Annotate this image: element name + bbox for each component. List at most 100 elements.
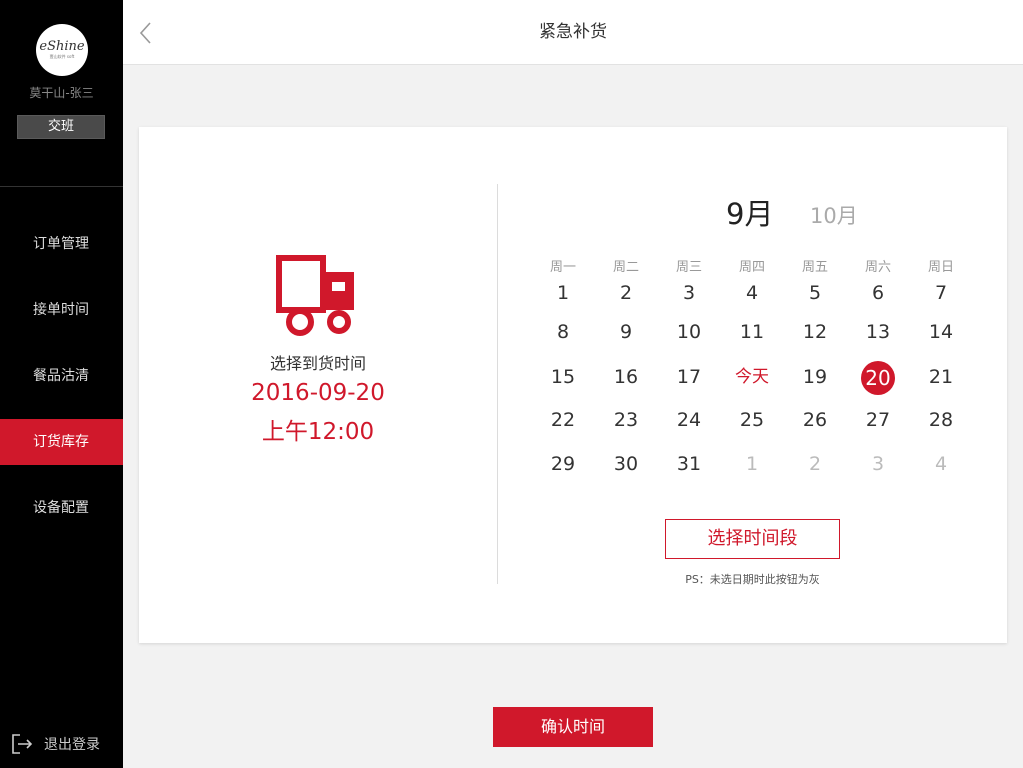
calendar-day-label: 7	[934, 282, 948, 304]
calendar-day-label: 21	[928, 366, 954, 388]
restock-card: 选择到货时间 2016-09-20 上午12:00 9月 10月 周一 周二 周三 周…	[139, 127, 1007, 643]
weekday-header: 周六	[864, 260, 891, 275]
calendar-day[interactable]: 2	[604, 277, 648, 309]
sidebar-divider	[0, 186, 123, 187]
calendar-day[interactable]: 22	[541, 404, 585, 436]
arrival-date: 2016-09-20	[251, 380, 385, 406]
calendar-day[interactable]: 19	[793, 361, 837, 393]
calendar-panel: 9月 10月 周一 周二 周三 周四 周五 周六 周日 1 2 3 4 5 6 7 8 9 10 11 12 13 14…	[498, 127, 1007, 643]
calendar-day[interactable]: 4	[730, 277, 774, 309]
month-tab-current[interactable]: 9月	[726, 191, 773, 233]
calendar-day[interactable]: 10	[667, 316, 711, 348]
calendar-day[interactable]: 6	[856, 277, 900, 309]
calendar-day[interactable]: 1	[730, 448, 774, 480]
calendar-day[interactable]: 21	[919, 361, 963, 393]
calendar-day[interactable]: 15	[541, 361, 585, 393]
calendar-day-label: 29	[550, 453, 576, 475]
weekday-header: 周三	[675, 260, 702, 275]
logo-text: eShine	[39, 39, 85, 54]
page-title: 紧急补货	[539, 22, 607, 42]
month-tab-next[interactable]: 10月	[810, 200, 858, 230]
calendar-day-label: 4	[934, 453, 948, 475]
brand-logo: eShine 壹山软件 soft	[36, 24, 88, 76]
calendar-day-label: 28	[928, 409, 954, 431]
calendar-day[interactable]: 28	[919, 404, 963, 436]
sidebar-item-sold-out[interactable]: 餐品沽清	[0, 353, 123, 399]
logout-icon	[12, 734, 33, 754]
calendar-day-label: 15	[550, 366, 576, 388]
calendar-day-label: 24	[676, 409, 702, 431]
calendar-day[interactable]: 26	[793, 404, 837, 436]
header: 紧急补货	[123, 0, 1023, 65]
calendar-day-label: 11	[739, 321, 765, 343]
calendar-day[interactable]: 8	[541, 316, 585, 348]
calendar-day-label: 3	[871, 453, 885, 475]
calendar-day-label: 14	[928, 321, 954, 343]
calendar-day-label: 27	[865, 409, 891, 431]
calendar-day[interactable]: 2	[793, 448, 837, 480]
calendar-day-label: 2	[619, 282, 633, 304]
calendar-day[interactable]: 14	[919, 316, 963, 348]
arrival-panel: 选择到货时间 2016-09-20 上午12:00	[139, 127, 497, 643]
calendar-day-label: 13	[865, 321, 891, 343]
logout-label: 退出登录	[44, 737, 100, 753]
calendar-day-selected[interactable]: 20	[856, 361, 900, 395]
weekday-header: 周二	[612, 260, 639, 275]
back-button[interactable]	[133, 18, 161, 48]
calendar-day[interactable]: 29	[541, 448, 585, 480]
calendar-day-label: 25	[739, 409, 765, 431]
chevron-left-icon	[139, 22, 151, 44]
sidebar-item-order-time[interactable]: 接单时间	[0, 287, 123, 333]
calendar-day[interactable]: 4	[919, 448, 963, 480]
calendar-day[interactable]: 13	[856, 316, 900, 348]
choose-period-button[interactable]: 选择时间段	[665, 519, 840, 559]
calendar-day[interactable]: 7	[919, 277, 963, 309]
calendar-day[interactable]: 5	[793, 277, 837, 309]
calendar-day-label: 19	[802, 366, 828, 388]
calendar-day[interactable]: 23	[604, 404, 648, 436]
calendar-day-today[interactable]: 今天	[730, 361, 774, 393]
arrival-time: 上午12:00	[261, 419, 375, 445]
calendar-day-label: 23	[613, 409, 639, 431]
calendar-day[interactable]: 25	[730, 404, 774, 436]
calendar-day[interactable]: 12	[793, 316, 837, 348]
calendar-day-label: 20	[861, 361, 895, 395]
calendar-day[interactable]: 31	[667, 448, 711, 480]
calendar-day-label: 1	[556, 282, 570, 304]
calendar-day[interactable]: 24	[667, 404, 711, 436]
calendar-day[interactable]: 3	[667, 277, 711, 309]
weekday-header: 周四	[738, 260, 765, 275]
arrival-time-label: 选择到货时间	[269, 354, 366, 373]
calendar-day-label: 5	[808, 282, 822, 304]
calendar-day-label: 2	[808, 453, 822, 475]
sidebar-item-inventory[interactable]: 订货库存	[0, 419, 123, 465]
shift-change-button[interactable]: 交班	[17, 115, 105, 139]
calendar-day-label: 17	[676, 366, 702, 388]
calendar-day[interactable]: 9	[604, 316, 648, 348]
calendar-day-label: 6	[871, 282, 885, 304]
calendar-day-label: 9	[619, 321, 633, 343]
logout-button[interactable]: 退出登录	[10, 733, 100, 755]
calendar-day[interactable]: 11	[730, 316, 774, 348]
calendar-day-label: 10	[676, 321, 702, 343]
weekday-header: 周一	[549, 260, 576, 275]
calendar-day[interactable]: 16	[604, 361, 648, 393]
weekday-header: 周日	[927, 260, 954, 275]
calendar-day[interactable]: 3	[856, 448, 900, 480]
ps-note: PS：未选日期时此按钮为灰	[685, 573, 820, 586]
sidebar: eShine 壹山软件 soft 莫干山-张三 交班 订单管理 接单时间 餐品沽…	[0, 0, 123, 768]
calendar-day-label: 30	[613, 453, 639, 475]
calendar-day-label: 3	[682, 282, 696, 304]
calendar-day[interactable]: 17	[667, 361, 711, 393]
calendar-day[interactable]: 1	[541, 277, 585, 309]
weekday-header: 周五	[801, 260, 828, 275]
calendar-day-label: 4	[745, 282, 759, 304]
calendar-day[interactable]: 30	[604, 448, 648, 480]
calendar-day-label: 26	[802, 409, 828, 431]
calendar-day-label: 12	[802, 321, 828, 343]
sidebar-item-order-management[interactable]: 订单管理	[0, 221, 123, 267]
confirm-time-button[interactable]: 确认时间	[493, 707, 653, 747]
sidebar-item-device-settings[interactable]: 设备配置	[0, 485, 123, 531]
calendar-day-label: 8	[556, 321, 570, 343]
calendar-day[interactable]: 27	[856, 404, 900, 436]
